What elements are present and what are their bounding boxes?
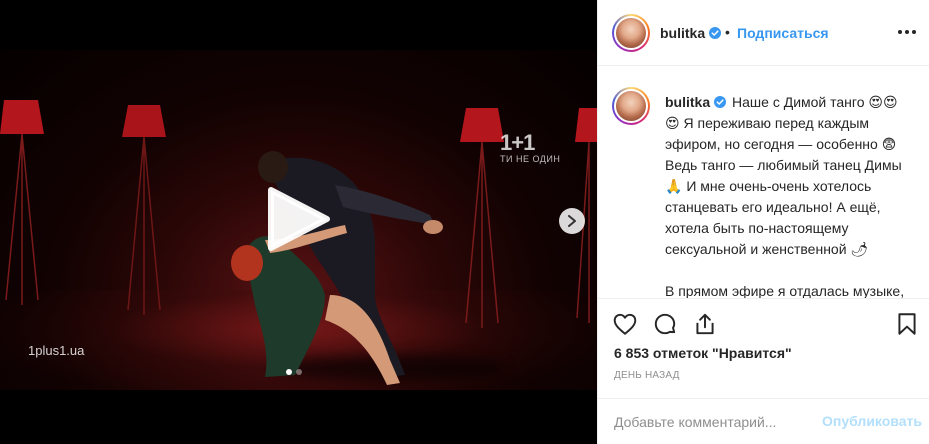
action-bar xyxy=(598,298,929,348)
more-icon-dot xyxy=(912,30,916,34)
follow-button[interactable]: Подписаться xyxy=(737,25,829,41)
caption-username[interactable]: bulitka xyxy=(665,94,727,110)
channel-tagline: ТИ НЕ ОДИН xyxy=(500,154,561,164)
floor-lamp-left xyxy=(0,100,44,305)
carousel-indicator xyxy=(286,369,302,375)
channel-logo-text: 1+1 xyxy=(500,130,535,155)
caption-username-text: bulitka xyxy=(665,94,711,110)
caption-area: bulitka Наше с Димой танго 😍😍 😍 Я пережи… xyxy=(598,66,929,298)
verified-icon xyxy=(714,96,727,108)
dancers-figure xyxy=(231,151,443,385)
floor-lamp-mid-left xyxy=(122,105,166,315)
username-link[interactable]: bulitka xyxy=(660,25,722,41)
post-header: bulitka • Подписаться xyxy=(598,0,929,66)
verified-icon xyxy=(709,27,722,39)
more-icon-dot xyxy=(905,30,909,34)
comment-icon[interactable] xyxy=(652,311,678,337)
avatar[interactable] xyxy=(612,14,650,52)
caption-text: Наше с Димой танго 😍😍 😍 Я переживаю пере… xyxy=(665,94,905,298)
carousel-next-button[interactable] xyxy=(559,208,585,234)
post-media[interactable]: 1+1 ТИ НЕ ОДИН 1plus1.ua xyxy=(0,0,597,444)
caption-text-block: bulitka Наше с Димой танго 😍😍 😍 Я пережи… xyxy=(665,92,910,298)
post-sidebar: bulitka • Подписаться bulitka Наше с Дим… xyxy=(597,0,929,444)
more-options-button[interactable] xyxy=(898,24,918,40)
username-text: bulitka xyxy=(660,25,706,41)
avatar-image xyxy=(614,16,648,50)
heart-icon[interactable] xyxy=(612,311,638,337)
publish-button[interactable]: Опубликовать xyxy=(822,413,922,429)
caption-avatar[interactable] xyxy=(612,87,650,125)
play-icon[interactable] xyxy=(265,186,331,252)
more-icon xyxy=(898,30,902,34)
post-date[interactable]: ДЕНЬ НАЗАД xyxy=(614,370,680,381)
comment-input[interactable] xyxy=(614,412,814,432)
header-separator: • xyxy=(725,24,730,40)
chevron-right-icon xyxy=(568,215,576,227)
carousel-dot-2 xyxy=(296,369,302,375)
channel-logo: 1+1 ТИ НЕ ОДИН xyxy=(500,130,562,164)
avatar-image xyxy=(614,89,648,123)
bookmark-icon[interactable] xyxy=(894,311,920,337)
comment-bar: Опубликовать xyxy=(598,398,929,444)
likes-count[interactable]: 6 853 отметок "Нравится" xyxy=(614,345,792,361)
share-icon[interactable] xyxy=(692,311,718,337)
channel-watermark: 1plus1.ua xyxy=(28,343,85,358)
carousel-dot-1 xyxy=(286,369,292,375)
